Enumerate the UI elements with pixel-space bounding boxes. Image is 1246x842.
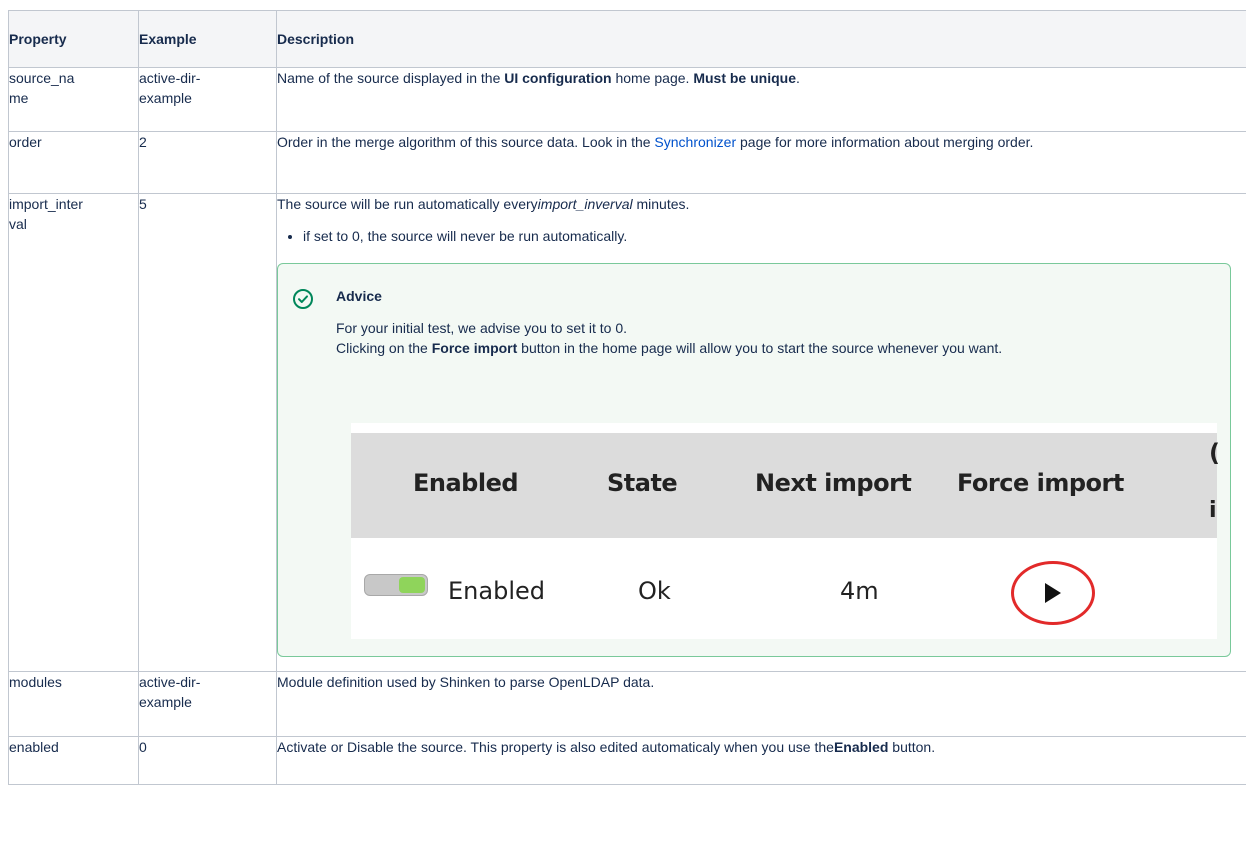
- screenshot-cropped-header-fragment: (: [1209, 439, 1220, 467]
- table-row: order 2 Order in the merge algorithm of …: [8, 131, 1246, 194]
- example-cell: 2: [138, 131, 277, 194]
- screenshot-header-enabled: Enabled: [413, 469, 519, 497]
- advice-bold: Force import: [431, 340, 518, 356]
- description-paragraph: The source will be run automatically eve…: [277, 194, 1246, 214]
- example-line: active-dir-: [139, 674, 201, 690]
- advice-panel: Advice For your initial test, we advise …: [277, 263, 1231, 657]
- description-text: Module definition used by Shinken to par…: [277, 674, 655, 690]
- advice-text: Clicking on the: [336, 340, 432, 356]
- list-item: if set to 0, the source will never be ru…: [303, 226, 1246, 246]
- description-text: Name of the source displayed in the: [277, 70, 505, 86]
- screenshot-state-value: Ok: [638, 577, 671, 605]
- description-text: The source will be run automatically eve…: [277, 196, 538, 212]
- property-line: enabled: [9, 739, 59, 755]
- column-header-property: Property: [8, 10, 139, 68]
- description-text: Order in the merge algorithm of this sou…: [277, 134, 655, 150]
- screenshot-cropped-header-fragment: i: [1209, 498, 1217, 523]
- column-header-description: Description: [276, 10, 1246, 68]
- property-cell: source_na me: [8, 67, 139, 132]
- table-header-row: Property Example Description: [8, 10, 1246, 68]
- description-bold: Must be unique: [693, 70, 796, 86]
- example-cell: 0: [138, 736, 277, 785]
- description-bold: Enabled: [833, 739, 889, 755]
- toggle-knob: [399, 577, 425, 593]
- table-row: source_na me active-dir- example Name of…: [8, 67, 1246, 132]
- description-cell: The source will be run automatically eve…: [276, 193, 1246, 672]
- property-line: source_na: [9, 70, 75, 86]
- check-circle-icon: [293, 289, 313, 309]
- properties-table: Property Example Description source_na m…: [8, 10, 1246, 785]
- force-import-highlight: [1011, 561, 1095, 625]
- example-cell: active-dir- example: [138, 671, 277, 737]
- table-row: enabled 0 Activate or Disable the source…: [8, 736, 1246, 785]
- description-text: page for more information about merging …: [736, 134, 1034, 150]
- enabled-toggle: [364, 574, 428, 596]
- description-text: button.: [888, 739, 936, 755]
- property-line: val: [9, 216, 27, 232]
- advice-text: button in the home page will allow you t…: [517, 340, 1003, 356]
- screenshot-enabled-value: Enabled: [448, 577, 545, 605]
- table-row: import_inter val 5 The source will be ru…: [8, 193, 1246, 672]
- property-line: order: [9, 134, 42, 150]
- advice-line: Clicking on the Force import button in t…: [336, 338, 1156, 358]
- property-cell: modules: [8, 671, 139, 737]
- advice-title: Advice: [336, 288, 382, 304]
- page: Property Example Description source_na m…: [0, 0, 1246, 842]
- example-line: 2: [139, 134, 147, 150]
- screenshot-header-force-import: Force import: [957, 469, 1124, 497]
- screenshot-next-import-value: 4m: [840, 577, 879, 605]
- force-import-screenshot: Enabled State Next import Force import (…: [351, 423, 1220, 639]
- screenshot-header-state: State: [607, 469, 678, 497]
- description-italic: import_inverval: [537, 196, 633, 212]
- description-cell: Order in the merge algorithm of this sou…: [276, 131, 1246, 194]
- property-line: modules: [9, 674, 62, 690]
- column-header-example: Example: [138, 10, 277, 68]
- property-cell: import_inter val: [8, 193, 139, 672]
- example-cell: active-dir- example: [138, 67, 277, 132]
- example-line: example: [139, 694, 192, 710]
- property-cell: enabled: [8, 736, 139, 785]
- example-line: active-dir-: [139, 70, 201, 86]
- synchronizer-link[interactable]: Synchronizer: [654, 134, 736, 150]
- advice-line: For your initial test, we advise you to …: [336, 320, 628, 336]
- advice-body: For your initial test, we advise you to …: [336, 318, 1156, 358]
- property-cell: order: [8, 131, 139, 194]
- description-cell: Activate or Disable the source. This pro…: [276, 736, 1246, 785]
- property-line: import_inter: [9, 196, 83, 212]
- example-cell: 5: [138, 193, 277, 672]
- description-text: .: [795, 70, 800, 86]
- description-text: minutes.: [632, 196, 690, 212]
- example-line: 5: [139, 196, 147, 212]
- play-icon: [1045, 583, 1061, 603]
- bullet-list: if set to 0, the source will never be ru…: [277, 226, 1246, 246]
- description-cell: Module definition used by Shinken to par…: [276, 671, 1246, 737]
- description-text: Activate or Disable the source. This pro…: [277, 739, 834, 755]
- table-row: modules active-dir- example Module defin…: [8, 671, 1246, 737]
- description-cell: Name of the source displayed in the UI c…: [276, 67, 1246, 132]
- screenshot-header-next-import: Next import: [755, 469, 912, 497]
- example-line: 0: [139, 739, 147, 755]
- example-line: example: [139, 90, 192, 106]
- description-text: home page.: [611, 70, 694, 86]
- description-bold: UI configuration: [504, 70, 612, 86]
- property-line: me: [9, 90, 29, 106]
